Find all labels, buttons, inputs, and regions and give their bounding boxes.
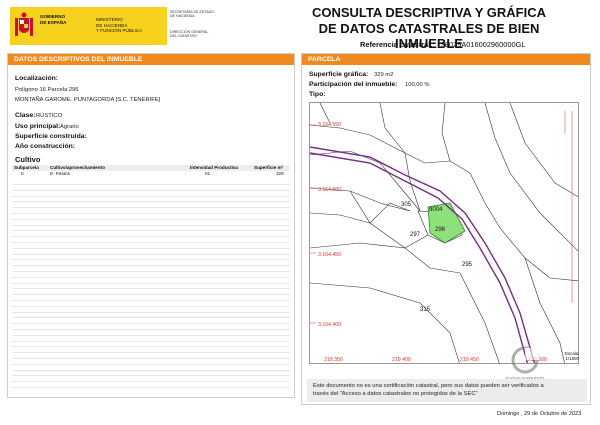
empty-row-rule [12,276,290,278]
cultivo-title: Cultivo [15,155,41,164]
empty-row-rule [12,375,290,377]
empty-row-rule [12,358,290,359]
cell-subparcela: 0 [21,171,24,176]
participacion-label: Participación del inmueble: [309,81,398,88]
notice-line-1: Este documento no es una certificación c… [313,383,544,389]
government-logo-block: GOBIERNO DE ESPAÑA MINISTERIO DE HACIEND… [10,7,167,45]
ministerio-line-3: Y FUNCIÓN PÚBLICA [96,28,143,34]
grid-y-label-4: 3.164.400 [318,322,341,328]
empty-row-rule [12,346,290,348]
document-date: Domingo , 29 de Octubre de 2023 [497,411,582,417]
empty-row-rule [12,213,290,214]
empty-row-rule [12,311,290,313]
empty-row-rule [12,288,290,290]
grid-y-label-3: 3.164.450 [318,252,341,258]
empty-row-rule [12,300,290,301]
empty-row-rule [12,189,290,191]
ministerio-text: MINISTERIO DE HACIENDA Y FUNCIÓN PÚBLICA [96,17,142,34]
coat-of-arms-icon [15,12,33,36]
empty-row-rule [12,352,290,354]
page-title-line-1: CONSULTA DESCRIPTIVA Y GRÁFICA [311,5,546,20]
cadastral-map-svg: 3.164.550 3.164.500 3.164.450 3.164.400 … [310,103,578,363]
direccion-line-2: DEL CATASTRO [170,34,197,39]
empty-row-rule [12,230,290,232]
localizacion-line-1: Polígono 16 Parcela 296 [15,87,79,93]
clase-value: RÚSTICO [36,113,63,119]
empty-row-rule [12,282,290,284]
cell-intensidad: 01 [205,171,211,176]
participacion-value: 100,00 % [405,82,430,88]
disclaimer-notice: Este documento no es una certificación c… [307,379,587,402]
empty-row-rule [12,329,290,330]
empty-row-rule [12,323,290,325]
referencia-catastral: Referencia catastral: 38029A016002960000… [360,40,525,49]
parcel-297-label: 297 [410,232,421,238]
superficie-grafica-value: 329 m2 [374,72,394,78]
empty-row-rule [12,265,290,267]
table-row: 0 E- Pastos 01 329 [12,171,290,177]
clase-label: Clase: [15,112,36,119]
empty-row-rule [12,387,290,388]
empty-row-rule [12,340,290,342]
empty-row-rule [12,363,290,365]
parcel-295-label: 295 [462,262,473,268]
grid-x-label-2: 219.400 [392,357,411,363]
de-espana-line: DE ESPAÑA [40,19,67,25]
empty-row-rule [12,253,290,255]
parcela-header: PARCELA [302,54,590,65]
empty-row-rule [12,184,290,185]
grid-y-label-2: 3.164.500 [318,187,341,193]
empty-row-rule [12,334,290,336]
cell-superficie: 329 [276,171,284,176]
grid-y-label-1: 3.164.550 [318,122,341,128]
uso-value: Agrario [60,124,79,130]
notice-line-2: través del "Acceso a datos catastrales n… [313,391,478,397]
parcel-305-label: 305 [401,202,412,208]
gobierno-text: GOBIERNO DE ESPAÑA [40,14,66,25]
ref-value: 38029A016002960000GL [440,40,526,49]
grid-x-label-1: 219.350 [324,357,343,363]
localizacion-label: Localización: [15,75,59,82]
empty-row-rule [12,207,290,209]
parcel-9004-label: 9004 [429,207,443,213]
descriptive-data-header: DATOS DESCRIPTIVOS DEL INMUEBLE [8,54,294,65]
gobierno-line: GOBIERNO [40,14,66,19]
empty-row-rule [12,218,290,220]
map-scale: Escala: 1/1500 [565,351,579,361]
superficie-construida-label: Superficie construida: [15,133,87,140]
empty-row-rule [12,236,290,238]
empty-row-rule [12,195,290,197]
tipo-label: Tipo: [309,91,326,98]
cadastral-map: 3.164.550 3.164.500 3.164.450 3.164.400 … [309,102,579,364]
ref-label: Referencia catastral: [360,40,433,49]
cell-cultivo: E- Pastos [50,171,70,176]
scale-value: 1/1500 [565,356,579,362]
cultivo-table: Subparcela Cultivo/aprovechamiento Inten… [12,165,290,177]
localizacion-line-2: MONTAÑA GAROME. PUNTAGORDA [S.C. TENERIF… [15,97,161,103]
empty-row-rule [12,247,290,249]
empty-row-rule [12,381,290,383]
secretaria-text: SECRETARÍA DE ESTADO DE HACIENDA [170,10,214,19]
empty-row-rule [12,271,290,272]
empty-row-rule [12,242,290,243]
empty-row-rule [12,201,290,203]
direccion-text: DIRECCIÓN GENERAL DEL CATASTRO [170,30,208,39]
descriptive-data-panel: DATOS DESCRIPTIVOS DEL INMUEBLE Localiza… [7,53,295,398]
anio-construccion-label: Año construcción: [15,143,76,150]
empty-row-rule [12,305,290,307]
empty-row-rule [12,259,290,261]
empty-row-rule [12,224,290,226]
grid-x-label-3: 219.450 [460,357,479,363]
parcel-315-label: 315 [420,307,431,313]
uso-label: Uso principal: [15,123,61,130]
secretaria-line-2: DE HACIENDA [170,14,195,19]
parcel-296-label: 296 [435,227,446,233]
superficie-grafica-label: Superficie gráfica: [309,71,369,78]
empty-row-rule [12,294,290,296]
empty-row-rule [12,317,290,319]
empty-row-rule [12,369,290,371]
